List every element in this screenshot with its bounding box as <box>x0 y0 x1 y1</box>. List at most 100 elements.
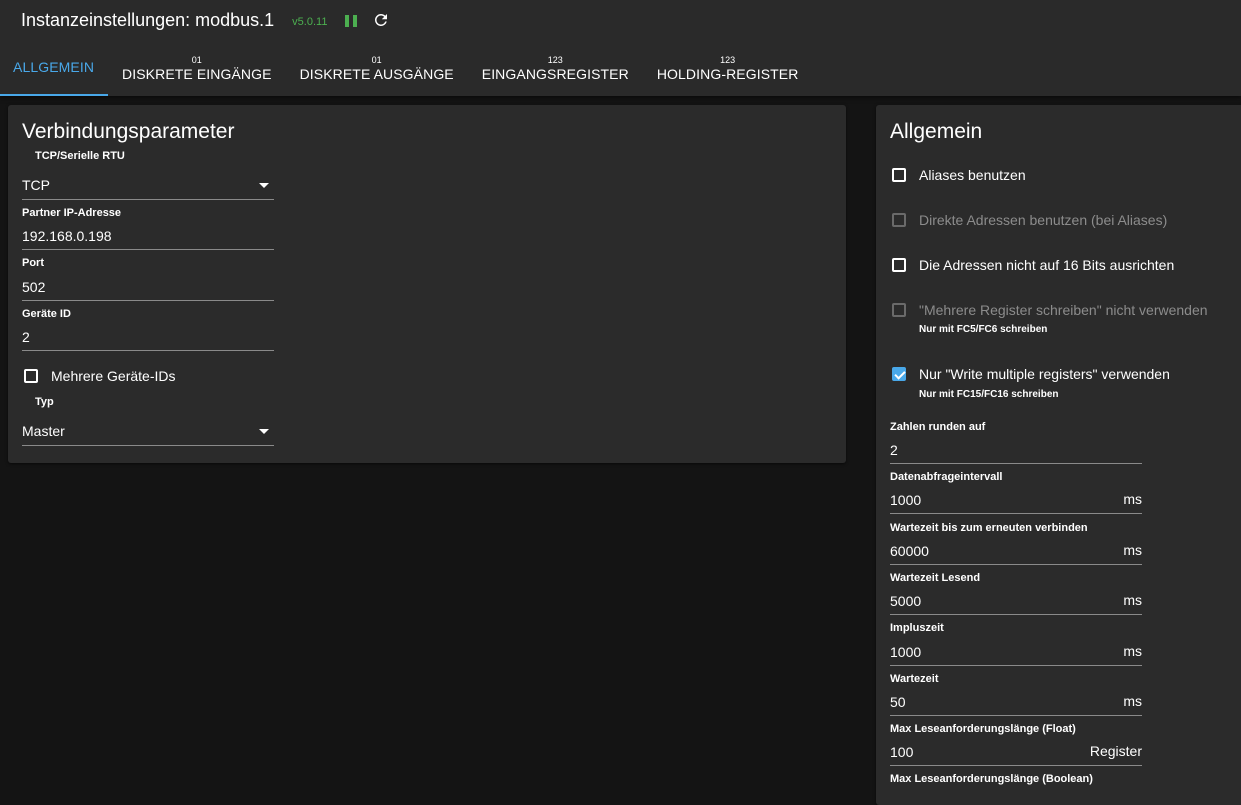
field-label: Typ <box>35 396 54 408</box>
direct-addresses-checkbox[interactable]: Direkte Adressen benutzen (bei Aliases) <box>892 212 1167 228</box>
field-value: TCP <box>22 177 50 193</box>
field-unit: Register <box>1089 743 1142 759</box>
version-badge: v5.0.11 <box>292 15 328 28</box>
max-read-float-input[interactable]: Max Leseanforderungslänge (Float) 100 Re… <box>890 723 1142 766</box>
tab-label: DISKRETE EINGÄNGE <box>122 66 272 82</box>
field-underline <box>890 715 1142 716</box>
wait-time-input[interactable]: Wartezeit 50 ms <box>890 673 1142 716</box>
field-underline <box>890 564 1142 565</box>
field-label: Zahlen runden auf <box>890 421 986 433</box>
field-unit: ms <box>1123 592 1142 608</box>
field-value: 1000 <box>890 492 922 508</box>
reconnect-timeout-input[interactable]: Wartezeit bis zum erneuten verbinden 600… <box>890 522 1142 565</box>
tab-icon-text: 123 <box>720 55 736 65</box>
checkbox-help-text: Nur mit FC5/FC6 schreiben <box>919 324 1048 335</box>
field-value: 100 <box>890 744 914 760</box>
field-unit: ms <box>1123 693 1142 709</box>
field-label: Datenabfrageintervall <box>890 471 1003 483</box>
tab-holding-register[interactable]: 123 HOLDING-REGISTER <box>643 50 813 96</box>
connection-type-select[interactable]: TCP/Serielle RTU TCP <box>22 150 274 200</box>
type-select[interactable]: Typ Master <box>22 396 274 446</box>
tab-label: DISKRETE AUSGÄNGE <box>299 66 454 82</box>
field-value: 192.168.0.198 <box>22 228 112 244</box>
field-label: Max Leseanforderungslänge (Float) <box>890 723 1076 735</box>
field-underline <box>890 463 1142 464</box>
field-label: Wartezeit Lesend <box>890 572 981 584</box>
field-label: TCP/Serielle RTU <box>35 150 125 162</box>
port-input[interactable]: Port 502 <box>22 257 274 301</box>
checkbox-label: Aliases benutzen <box>919 167 1026 183</box>
chevron-down-icon <box>259 429 269 434</box>
tab-eingangsregister[interactable]: 123 EINGANGSREGISTER <box>468 50 643 96</box>
field-value: 5000 <box>890 593 922 609</box>
pulse-time-input[interactable]: Impluszeit 1000 ms <box>890 622 1142 666</box>
field-value: 60000 <box>890 543 929 559</box>
field-value: 2 <box>890 442 898 458</box>
field-value: 50 <box>890 694 906 710</box>
card-title: Verbindungsparameter <box>22 120 235 143</box>
field-value: 2 <box>22 329 30 345</box>
field-underline <box>890 765 1142 766</box>
field-value: Master <box>22 423 65 439</box>
field-label: Max Leseanforderungslänge (Boolean) <box>890 773 1093 785</box>
read-timeout-input[interactable]: Wartezeit Lesend 5000 ms <box>890 572 1142 615</box>
field-underline <box>890 513 1142 514</box>
checkbox-label: Mehrere Geräte-IDs <box>51 368 176 384</box>
round-digits-input[interactable]: Zahlen runden auf 2 <box>890 421 1142 464</box>
field-label: Port <box>22 257 44 269</box>
checkbox-box[interactable] <box>892 367 906 381</box>
no-16bit-align-checkbox[interactable]: Die Adressen nicht auf 16 Bits ausrichte… <box>892 257 1174 273</box>
card-title: Allgemein <box>890 120 983 143</box>
tab-label: ALLGEMEIN <box>13 59 95 75</box>
field-unit: ms <box>1123 643 1142 659</box>
tab-diskrete-ausgaenge[interactable]: 01 DISKRETE AUSGÄNGE <box>286 50 468 96</box>
checkbox-help-text: Nur mit FC15/FC16 schreiben <box>919 389 1059 400</box>
field-value: 502 <box>22 279 46 295</box>
multi-device-ids-checkbox[interactable]: Mehrere Geräte-IDs <box>24 368 175 384</box>
checkbox-label: Direkte Adressen benutzen (bei Aliases) <box>919 212 1168 228</box>
page-title: Instanzeinstellungen: modbus.1 <box>21 9 275 30</box>
chevron-down-icon <box>259 183 269 188</box>
ip-address-input[interactable]: Partner IP-Adresse 192.168.0.198 <box>22 207 274 250</box>
field-unit: ms <box>1123 491 1142 507</box>
app-header: Instanzeinstellungen: modbus.1 v5.0.11 A… <box>0 0 1241 96</box>
checkbox-box[interactable] <box>24 369 38 383</box>
connection-card: Verbindungsparameter TCP/Serielle RTU TC… <box>8 105 846 463</box>
field-underline <box>22 445 274 446</box>
tab-icon-text: 01 <box>191 55 202 65</box>
max-read-boolean-input[interactable]: Max Leseanforderungslänge (Boolean) <box>890 773 1142 793</box>
title-row: Instanzeinstellungen: modbus.1 v5.0.11 <box>21 8 390 32</box>
field-label: Geräte ID <box>22 308 71 320</box>
no-multiple-write-checkbox[interactable]: "Mehrere Register schreiben" nicht verwe… <box>892 302 1208 318</box>
field-label: Wartezeit <box>890 673 939 685</box>
checkbox-box[interactable] <box>892 303 906 317</box>
field-underline <box>22 249 274 250</box>
tab-icon-text: 123 <box>547 55 563 65</box>
device-id-input[interactable]: Geräte ID 2 <box>22 308 274 351</box>
tab-label: HOLDING-REGISTER <box>656 66 799 82</box>
field-label: Impluszeit <box>890 622 944 634</box>
field-unit: ms <box>1123 542 1142 558</box>
tab-allgemein[interactable]: ALLGEMEIN <box>0 50 109 96</box>
pause-icon[interactable] <box>345 14 358 27</box>
field-underline <box>890 614 1142 615</box>
field-underline <box>890 665 1142 666</box>
tab-diskrete-eingaenge[interactable]: 01 DISKRETE EINGÄNGE <box>108 50 286 96</box>
tab-bar: ALLGEMEIN 01 DISKRETE EINGÄNGE 01 DISKRE… <box>0 50 812 96</box>
checkbox-label: Nur "Write multiple registers" verwenden <box>919 366 1170 382</box>
only-write-multiple-checkbox[interactable]: Nur "Write multiple registers" verwenden <box>892 366 1170 382</box>
reload-icon[interactable] <box>372 11 390 29</box>
field-value: 1000 <box>890 644 922 660</box>
poll-interval-input[interactable]: Datenabfrageintervall 1000 ms <box>890 471 1142 514</box>
checkbox-box[interactable] <box>892 213 906 227</box>
checkbox-box[interactable] <box>892 168 906 182</box>
checkbox-label: "Mehrere Register schreiben" nicht verwe… <box>919 302 1208 318</box>
field-label: Partner IP-Adresse <box>22 207 122 219</box>
general-card: Allgemein Aliases benutzen Direkte Adres… <box>876 105 1241 805</box>
checkbox-box[interactable] <box>892 258 906 272</box>
field-underline <box>22 300 274 301</box>
tab-icon-text: 01 <box>371 55 382 65</box>
field-label: Wartezeit bis zum erneuten verbinden <box>890 522 1088 534</box>
use-aliases-checkbox[interactable]: Aliases benutzen <box>892 167 1026 183</box>
field-underline <box>22 199 274 200</box>
